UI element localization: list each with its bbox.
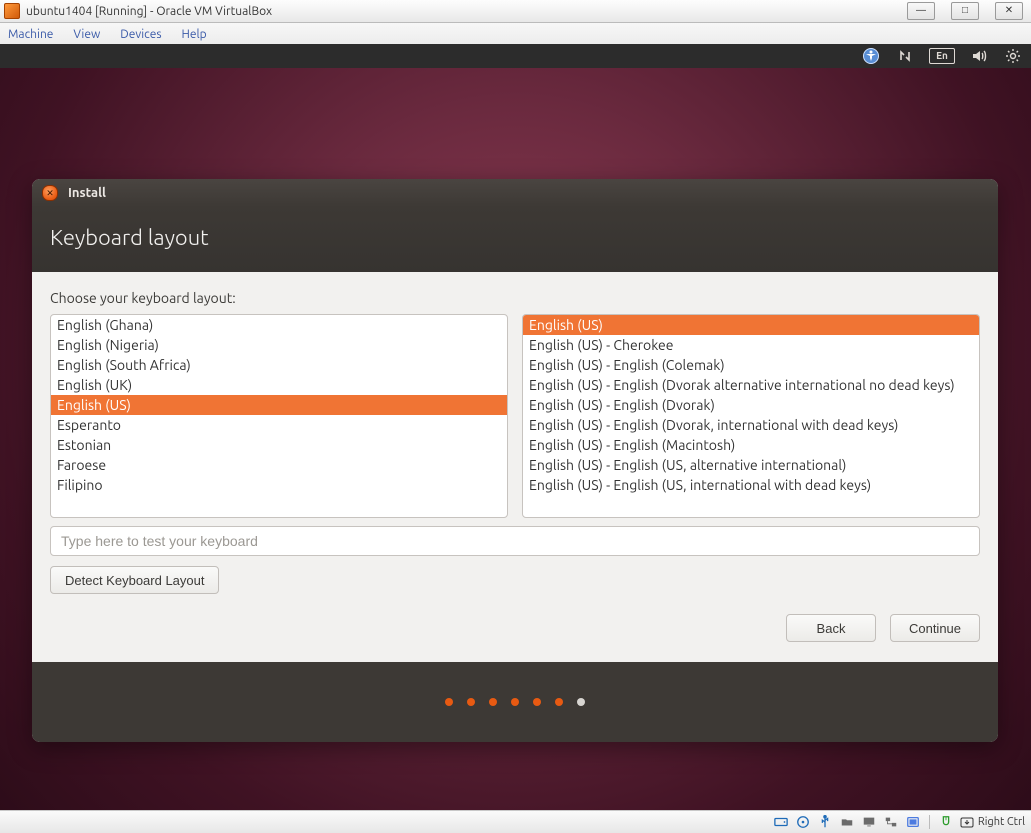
menu-view[interactable]: View bbox=[73, 28, 100, 41]
keyboard-language-item[interactable]: English (US) bbox=[51, 395, 507, 415]
installer-title-bar[interactable]: ✕ Install bbox=[32, 179, 998, 207]
progress-dot bbox=[555, 698, 563, 706]
unity-top-panel: En bbox=[0, 44, 1031, 68]
installer-window: ✕ Install Keyboard layout Choose your ke… bbox=[32, 179, 998, 742]
progress-dot bbox=[511, 698, 519, 706]
progress-dot bbox=[577, 698, 585, 706]
language-indicator[interactable]: En bbox=[929, 48, 955, 64]
status-hdd-icon[interactable] bbox=[773, 815, 789, 829]
keyboard-prompt: Choose your keyboard layout: bbox=[50, 290, 980, 306]
keyboard-variant-item[interactable]: English (US) - Cherokee bbox=[523, 335, 979, 355]
status-network-icon[interactable] bbox=[883, 815, 899, 829]
back-button[interactable]: Back bbox=[786, 614, 876, 642]
keyboard-language-item[interactable]: English (UK) bbox=[51, 375, 507, 395]
status-capture-icon[interactable] bbox=[905, 815, 921, 829]
menu-devices[interactable]: Devices bbox=[120, 28, 161, 41]
keyboard-variant-item[interactable]: English (US) - English (Dvorak alternati… bbox=[523, 375, 979, 395]
maximize-button[interactable]: □ bbox=[951, 2, 979, 20]
keyboard-language-item[interactable]: Filipino bbox=[51, 475, 507, 495]
installer-heading: Keyboard layout bbox=[32, 207, 998, 272]
keyboard-language-item[interactable]: Estonian bbox=[51, 435, 507, 455]
status-optical-icon[interactable] bbox=[795, 815, 811, 829]
system-gear-icon[interactable] bbox=[1003, 46, 1023, 66]
virtualbox-window-title: ubuntu1404 [Running] - Oracle VM Virtual… bbox=[26, 5, 272, 18]
keyboard-variant-item[interactable]: English (US) - English (Dvorak) bbox=[523, 395, 979, 415]
sound-icon[interactable] bbox=[969, 46, 989, 66]
keyboard-test-input[interactable] bbox=[50, 526, 980, 556]
detect-keyboard-button[interactable]: Detect Keyboard Layout bbox=[50, 566, 219, 594]
progress-dot bbox=[489, 698, 497, 706]
close-icon[interactable]: ✕ bbox=[42, 185, 58, 201]
minimize-button[interactable]: — bbox=[907, 2, 935, 20]
menu-machine[interactable]: Machine bbox=[8, 28, 53, 41]
installer-window-title: Install bbox=[68, 186, 106, 200]
keyboard-variant-item[interactable]: English (US) - English (US, alternative … bbox=[523, 455, 979, 475]
close-window-button[interactable]: ✕ bbox=[995, 2, 1023, 20]
window-buttons: — □ ✕ bbox=[907, 2, 1027, 20]
guest-display: En ✕ Install Keyboard layout Choose your… bbox=[0, 44, 1031, 811]
keyboard-variant-item[interactable]: English (US) bbox=[523, 315, 979, 335]
keyboard-variant-item[interactable]: English (US) - English (Dvorak, internat… bbox=[523, 415, 979, 435]
host-key-label: Right Ctrl bbox=[978, 816, 1025, 828]
keyboard-language-item[interactable]: English (Ghana) bbox=[51, 315, 507, 335]
status-shared-folders-icon[interactable] bbox=[839, 815, 855, 829]
network-icon[interactable] bbox=[895, 46, 915, 66]
keyboard-language-list[interactable]: English (Ghana)English (Nigeria)English … bbox=[50, 314, 508, 518]
keyboard-variant-item[interactable]: English (US) - English (Colemak) bbox=[523, 355, 979, 375]
virtualbox-menu-bar: Machine View Devices Help bbox=[0, 23, 1031, 46]
status-display-icon[interactable] bbox=[861, 815, 877, 829]
status-mouse-icon[interactable] bbox=[938, 815, 954, 829]
virtualbox-status-bar: Right Ctrl bbox=[0, 810, 1031, 833]
progress-dot bbox=[445, 698, 453, 706]
host-key-indicator[interactable]: Right Ctrl bbox=[960, 815, 1025, 829]
accessibility-icon[interactable] bbox=[861, 46, 881, 66]
virtualbox-app-icon bbox=[4, 3, 20, 19]
progress-dot bbox=[533, 698, 541, 706]
progress-dot bbox=[467, 698, 475, 706]
keyboard-language-item[interactable]: Faroese bbox=[51, 455, 507, 475]
virtualbox-title-bar: ubuntu1404 [Running] - Oracle VM Virtual… bbox=[0, 0, 1031, 23]
keyboard-language-item[interactable]: Esperanto bbox=[51, 415, 507, 435]
keyboard-variant-item[interactable]: English (US) - English (Macintosh) bbox=[523, 435, 979, 455]
keyboard-language-item[interactable]: English (Nigeria) bbox=[51, 335, 507, 355]
keyboard-language-item[interactable]: English (South Africa) bbox=[51, 355, 507, 375]
continue-button[interactable]: Continue bbox=[890, 614, 980, 642]
installer-body: Choose your keyboard layout: English (Gh… bbox=[32, 272, 998, 608]
status-usb-icon[interactable] bbox=[817, 815, 833, 829]
installer-footer: Back Continue bbox=[32, 608, 998, 662]
menu-help[interactable]: Help bbox=[182, 28, 207, 41]
progress-dots bbox=[32, 662, 998, 742]
keyboard-variant-list[interactable]: English (US)English (US) - CherokeeEngli… bbox=[522, 314, 980, 518]
keyboard-variant-item[interactable]: English (US) - English (US, internationa… bbox=[523, 475, 979, 495]
